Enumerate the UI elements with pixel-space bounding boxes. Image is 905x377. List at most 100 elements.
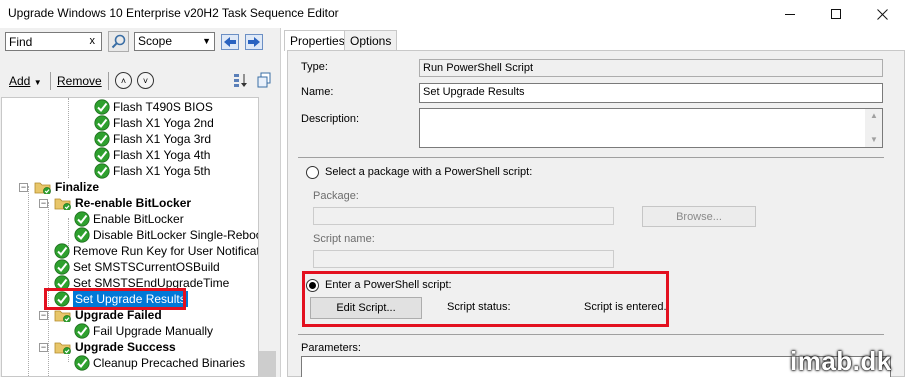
highlight-box: [302, 271, 669, 327]
clear-find-button[interactable]: x: [90, 35, 96, 47]
previous-result-button[interactable]: [220, 32, 240, 51]
scroll-down-icon: ▼: [870, 135, 878, 144]
highlight-box: [44, 288, 186, 310]
watermark: imab.dk: [790, 346, 892, 376]
find-input[interactable]: [6, 33, 84, 50]
description-input[interactable]: ▲ ▼: [419, 108, 883, 148]
tree-step[interactable]: Cleanup Precached Binaries: [74, 355, 245, 371]
tree-item-label: Finalize: [55, 180, 100, 194]
chevron-down-icon: ▼: [202, 36, 211, 46]
name-input[interactable]: Set Upgrade Results: [419, 83, 883, 103]
tree-step[interactable]: Flash X1 Yoga 5th: [94, 163, 210, 179]
add-label: Add: [9, 74, 31, 88]
description-label: Description:: [301, 113, 360, 125]
checkmark-icon: [74, 355, 90, 371]
folder-icon: [54, 198, 71, 210]
tree-step[interactable]: Set SMSTSCurrentOSBuild: [54, 259, 220, 275]
tree-toolbar: Add ▼ Remove ˄ ˅: [0, 66, 281, 94]
copy-icon[interactable]: [255, 71, 273, 89]
minimize-icon[interactable]: [767, 0, 813, 28]
tree-scrollbar[interactable]: [259, 97, 276, 377]
folder-icon: [54, 342, 71, 354]
checkmark-icon: [54, 243, 70, 259]
checkmark-icon: [94, 115, 110, 131]
package-label: Package:: [313, 190, 359, 202]
tree-step[interactable]: Flash T490S BIOS: [94, 99, 213, 115]
section-divider: [298, 334, 884, 335]
find-field[interactable]: x: [5, 32, 102, 51]
parameters-label: Parameters:: [301, 342, 361, 354]
tree-step[interactable]: Flash X1 Yoga 4th: [94, 147, 210, 163]
chevron-up-icon: ˄: [120, 75, 127, 86]
close-icon[interactable]: [859, 0, 905, 28]
toolbar-divider: [108, 72, 109, 90]
package-field: [313, 207, 614, 225]
tree-item-label: Fail Upgrade Manually: [93, 324, 214, 338]
tree-item-label: Cleanup Precached Binaries: [93, 356, 246, 370]
tree-step[interactable]: Flash X1 Yoga 3rd: [94, 131, 211, 147]
left-pane: x Scope ▼ Add ▼ Remove ˄ ˅: [0, 28, 281, 377]
sort-icon[interactable]: [232, 71, 250, 89]
checkmark-icon: [74, 227, 90, 243]
description-scrollbar[interactable]: ▲ ▼: [865, 109, 882, 147]
folder-icon: [34, 182, 51, 194]
tree-group[interactable]: Re-enable BitLocker: [54, 195, 191, 211]
script-name-field: [313, 250, 614, 268]
collapse-toggle[interactable]: −: [39, 311, 48, 320]
tree-step[interactable]: Remove Run Key for User Notification: [54, 243, 258, 259]
tree-item-label: Flash X1 Yoga 5th: [113, 164, 211, 178]
checkmark-icon: [94, 99, 110, 115]
add-menu-button[interactable]: Add ▼: [9, 74, 42, 88]
scope-dropdown[interactable]: Scope ▼: [134, 32, 215, 51]
move-down-button[interactable]: ˅: [137, 72, 154, 89]
type-field: Run PowerShell Script: [419, 59, 883, 77]
arrow-left-icon: [221, 33, 239, 50]
tree-item-label: Disable BitLocker Single-Reboot: [93, 228, 259, 242]
remove-label: Remove: [57, 74, 102, 88]
package-script-option-label: Select a package with a PowerShell scrip…: [325, 166, 533, 178]
checkmark-icon: [54, 259, 70, 275]
scroll-up-icon: ▲: [870, 111, 878, 120]
tree-item-label: Flash X1 Yoga 4th: [113, 148, 211, 162]
tree-item-label: Flash X1 Yoga 3rd: [113, 132, 212, 146]
task-sequence-tree[interactable]: Flash T490S BIOS Flash X1 Yoga 2nd Flash X…: [1, 97, 259, 377]
checkmark-icon: [94, 163, 110, 179]
tab-properties[interactable]: Properties: [284, 30, 351, 51]
search-icon: [111, 34, 126, 49]
tree-step[interactable]: Fail Upgrade Manually: [74, 323, 213, 339]
section-divider: [298, 157, 884, 158]
collapse-toggle[interactable]: −: [19, 183, 28, 192]
window-title: Upgrade Windows 10 Enterprise v20H2 Task…: [8, 6, 339, 20]
toolbar-divider: [50, 72, 51, 90]
name-label: Name:: [301, 86, 334, 98]
tab-options[interactable]: Options: [344, 30, 398, 50]
script-name-label: Script name:: [313, 233, 375, 245]
package-script-radio[interactable]: [306, 166, 319, 179]
checkmark-icon: [94, 131, 110, 147]
move-up-button[interactable]: ˄: [115, 72, 132, 89]
collapse-toggle[interactable]: −: [39, 343, 48, 352]
title-bar: Upgrade Windows 10 Enterprise v20H2 Task…: [0, 0, 905, 28]
search-button[interactable]: [108, 31, 129, 52]
dropdown-arrow-icon: ▼: [33, 78, 42, 87]
tree-step[interactable]: Flash X1 Yoga 2nd: [94, 115, 214, 131]
arrow-right-icon: [245, 33, 263, 50]
tree-group[interactable]: Finalize: [34, 179, 99, 195]
tree-group[interactable]: Upgrade Success: [54, 339, 176, 355]
collapse-toggle[interactable]: −: [39, 199, 48, 208]
maximize-icon[interactable]: [813, 0, 859, 28]
folder-icon: [54, 310, 71, 322]
tree-step[interactable]: Enable BitLocker: [74, 211, 184, 227]
tree-item-label: Flash X1 Yoga 2nd: [113, 116, 214, 130]
next-result-button[interactable]: [244, 32, 264, 51]
scrollbar-thumb[interactable]: [259, 351, 276, 377]
tree-item-label: Set SMSTSCurrentOSBuild: [73, 260, 220, 274]
tree-step[interactable]: Disable BitLocker Single-Reboot: [74, 227, 259, 243]
checkmark-icon: [74, 323, 90, 339]
checkmark-icon: [94, 147, 110, 163]
browse-button[interactable]: Browse...: [642, 206, 756, 227]
tree-guide-line: [28, 186, 29, 376]
tree-item-label: Flash T490S BIOS: [113, 100, 213, 114]
tree-item-label: Upgrade Success: [75, 340, 176, 354]
remove-button[interactable]: Remove: [57, 74, 102, 88]
